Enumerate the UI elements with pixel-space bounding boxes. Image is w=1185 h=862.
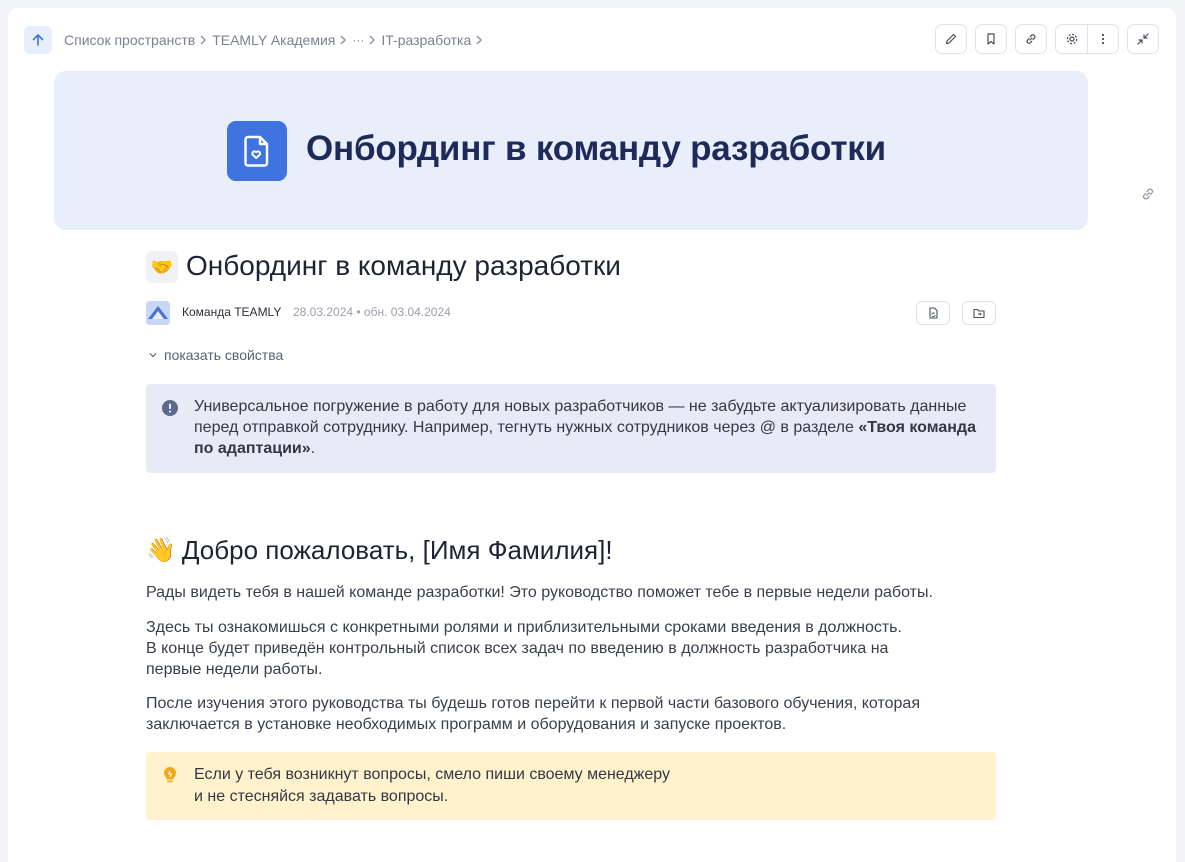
author-name[interactable]: Команда TEAMLY (182, 305, 281, 319)
welcome-paragraph-2-line-1: Здесь ты ознакомишься с конкретными роля… (146, 619, 902, 636)
move-to-folder-button[interactable] (962, 301, 996, 325)
welcome-paragraph-2: Здесь ты ознакомишься с конкретными роля… (146, 617, 996, 680)
page-history-button[interactable] (916, 301, 950, 325)
bookmark-icon (987, 33, 995, 45)
gear-icon (1066, 33, 1077, 45)
breadcrumb-ellipsis[interactable]: ··· (352, 33, 364, 47)
show-properties-toggle[interactable]: показать свойства (148, 347, 283, 363)
more-vertical-icon (1101, 33, 1105, 45)
collapse-button[interactable] (1127, 24, 1159, 54)
welcome-paragraph-1: Рады видеть тебя в нашей команде разрабо… (146, 584, 933, 601)
more-options-button[interactable] (1087, 25, 1118, 53)
page-title: Онбординг в команду разработки (186, 250, 621, 281)
welcome-heading-text: Добро пожаловать, [Имя Фамилия]! (181, 535, 613, 565)
info-icon (162, 400, 178, 421)
chevron-right-icon (340, 35, 347, 45)
breadcrumb-spaces-list[interactable]: Список пространств (64, 32, 195, 48)
info-callout: Универсальное погружение в работу для но… (146, 384, 996, 473)
folder-icon (973, 308, 985, 319)
banner-title: Онбординг в команду разработки (306, 129, 886, 168)
arrow-up-icon (32, 34, 44, 46)
breadcrumb: Список пространств TEAMLY Академия ··· I… (64, 31, 488, 49)
welcome-heading: 👋 Добро пожаловать, [Имя Фамилия]! (146, 535, 613, 566)
waving-hand-icon: 👋 (146, 537, 176, 564)
document-sync-icon (929, 307, 938, 319)
page-toolbar (935, 24, 1159, 54)
breadcrumb-it-development[interactable]: IT-разработка (381, 32, 471, 48)
info-callout-tail: . (310, 440, 316, 457)
chevron-right-icon (476, 35, 483, 45)
show-properties-label: показать свойства (164, 347, 284, 363)
welcome-paragraph-3: После изучения этого руководства ты буде… (146, 695, 920, 733)
anchor-link-button[interactable] (1140, 186, 1156, 202)
lightbulb-icon (162, 766, 178, 789)
document-heart-icon (227, 121, 287, 181)
settings-button[interactable] (1056, 25, 1087, 53)
collapse-icon (1137, 33, 1149, 45)
avatar (146, 301, 170, 325)
copy-link-button[interactable] (1015, 24, 1047, 54)
chevron-right-icon (369, 35, 376, 45)
link-icon (1026, 34, 1036, 44)
info-callout-body: Универсальное погружение в работу для но… (194, 398, 967, 436)
welcome-paragraph-2-line-2: В конце будет приведён контрольный списо… (146, 640, 889, 678)
tip-callout: Если у тебя возникнут вопросы, смело пиш… (146, 752, 996, 820)
chevron-down-icon (149, 353, 157, 358)
chevron-right-icon (200, 35, 207, 45)
settings-group (1055, 24, 1119, 54)
navigate-up-button[interactable] (24, 26, 52, 54)
edit-button[interactable] (935, 24, 967, 54)
page-cover-banner: Онбординг в команду разработки (54, 71, 1088, 230)
tip-callout-text: Если у тебя возникнут вопросы, смело пиш… (194, 764, 984, 808)
pencil-icon (945, 33, 957, 45)
bookmark-button[interactable] (975, 24, 1007, 54)
tip-callout-line-1: Если у тебя возникнут вопросы, смело пиш… (194, 766, 670, 783)
breadcrumb-teamly-academy[interactable]: TEAMLY Академия (212, 32, 335, 48)
tip-callout-line-2: и не стесняйся задавать вопросы. (194, 788, 449, 805)
info-callout-text: Универсальное погружение в работу для но… (194, 396, 984, 459)
link-icon (1142, 188, 1154, 200)
page-dates: 28.03.2024 • обн. 03.04.2024 (293, 305, 451, 319)
page-emoji-icon[interactable]: 🤝 (146, 251, 178, 283)
